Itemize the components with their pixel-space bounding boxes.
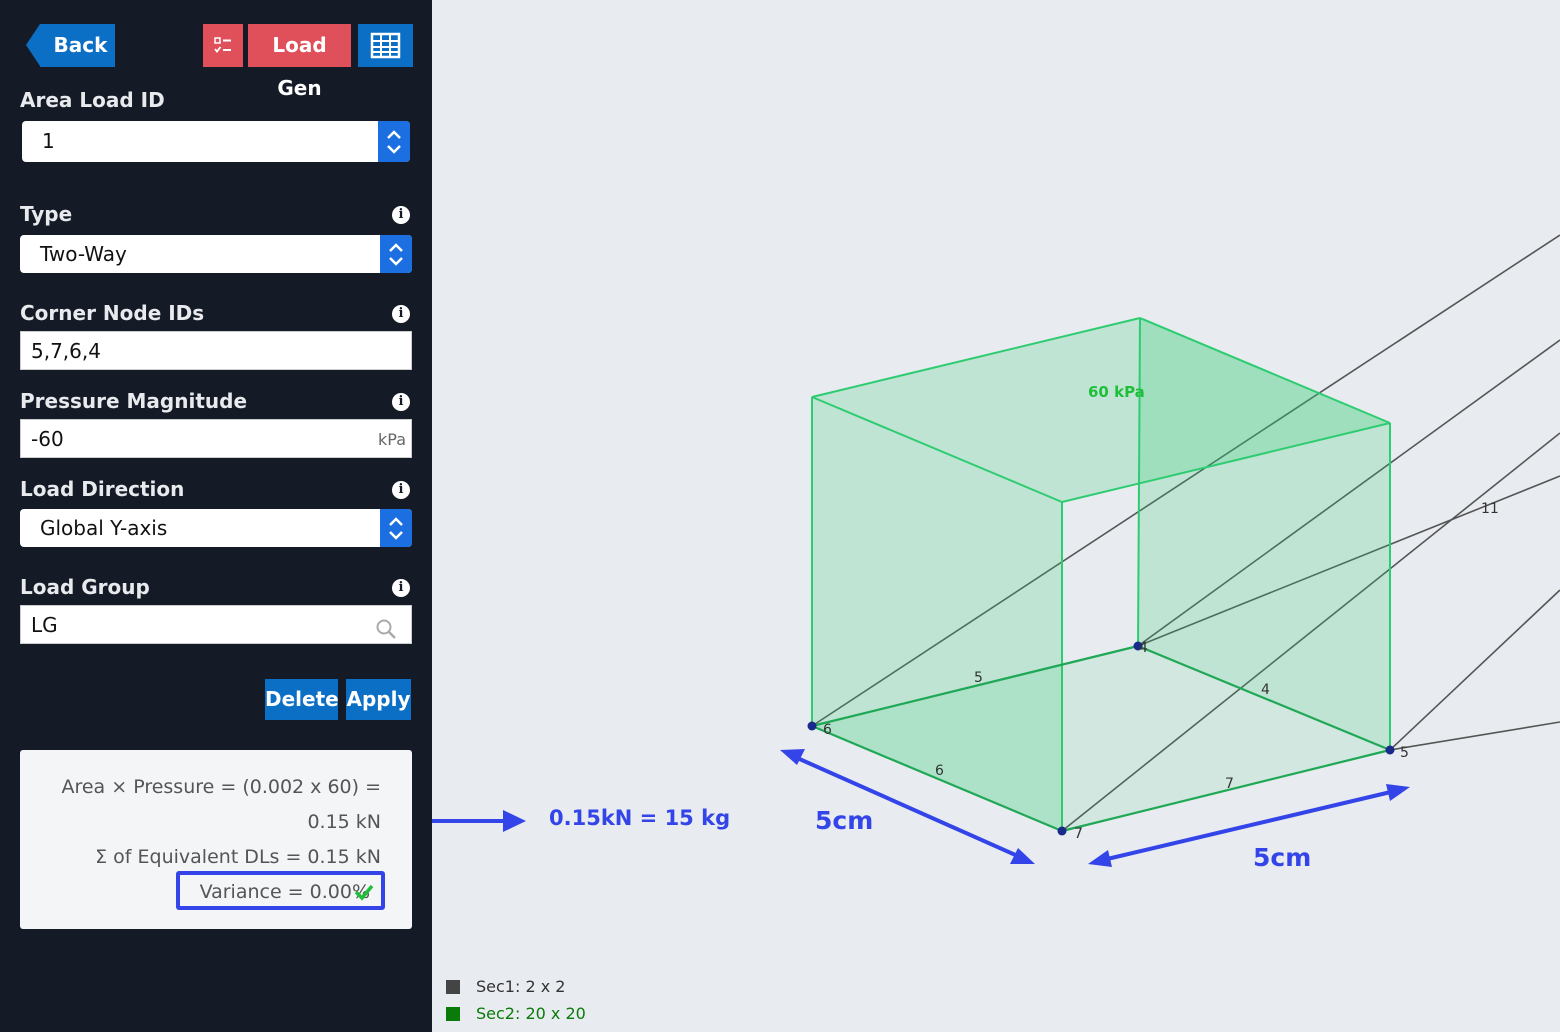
direction-select[interactable]: Global Y-axis xyxy=(20,509,412,547)
pressure-input[interactable]: -60 kPa xyxy=(20,419,412,458)
info-icon[interactable]: i xyxy=(392,481,410,499)
node-label-5: 5 xyxy=(1400,745,1409,761)
checklist-button[interactable] xyxy=(203,24,243,67)
area-load-id-label: Area Load ID xyxy=(20,88,165,112)
summary-variance: Variance = 0.00% xyxy=(199,881,370,903)
summary-total: 0.15 kN xyxy=(307,811,381,833)
node-label-7: 7 xyxy=(1074,826,1083,842)
info-icon[interactable]: i xyxy=(392,393,410,411)
corner-nodes-label: Corner Node IDs xyxy=(20,301,205,325)
member-label-6: 6 xyxy=(935,763,944,779)
type-select[interactable]: Two-Way xyxy=(20,235,412,273)
select-arrows-icon xyxy=(380,235,412,273)
info-icon[interactable]: i xyxy=(392,206,410,224)
checklist-icon xyxy=(214,37,231,53)
info-icon[interactable]: i xyxy=(392,579,410,597)
node-label-6: 6 xyxy=(823,722,832,738)
info-icon[interactable]: i xyxy=(392,305,410,323)
load-gen-button[interactable]: Load Gen xyxy=(248,24,351,100)
member-label-11: 11 xyxy=(1481,501,1499,517)
member-label-7: 7 xyxy=(1225,776,1234,792)
area-load-id-select[interactable]: 1 xyxy=(22,121,410,162)
dimension-left: 5cm xyxy=(815,806,874,835)
legend-label: Sec1: 2 x 2 xyxy=(476,977,566,996)
node-label-4: 4 xyxy=(1139,640,1148,656)
group-value: LG xyxy=(31,613,58,637)
direction-label: Load Direction xyxy=(20,477,185,501)
pressure-label-3d: 60 kPa xyxy=(1088,383,1145,401)
check-icon xyxy=(354,884,374,901)
member-label-5: 5 xyxy=(974,670,983,686)
group-label: Load Group xyxy=(20,575,150,599)
load-summary-panel: Area × Pressure = (0.002 x 60) = 0.15 kN… xyxy=(20,750,412,929)
group-search-input[interactable]: LG xyxy=(20,605,412,644)
properties-panel: Back Load Gen Area Load ID 1 Type i Two-… xyxy=(0,0,432,1032)
type-value: Two-Way xyxy=(40,242,127,266)
apply-button[interactable]: Apply xyxy=(346,679,411,720)
corner-nodes-input[interactable]: 5,7,6,4 xyxy=(20,331,412,370)
pressure-value: -60 xyxy=(31,427,64,451)
table-icon xyxy=(370,32,401,59)
dimension-right: 5cm xyxy=(1253,843,1312,872)
area-load-id-value: 1 xyxy=(42,129,55,153)
delete-button[interactable]: Delete xyxy=(265,679,339,720)
weight-annotation: 0.15kN = 15 kg xyxy=(549,806,731,830)
summary-equivalent-dls: Σ of Equivalent DLs = 0.15 kN xyxy=(95,846,381,868)
type-label: Type xyxy=(20,202,73,226)
select-arrows-icon xyxy=(380,509,412,547)
direction-value: Global Y-axis xyxy=(40,516,168,540)
legend-label: Sec2: 20 x 20 xyxy=(476,1004,586,1023)
back-button[interactable]: Back xyxy=(26,24,115,67)
search-icon xyxy=(376,619,396,639)
corner-nodes-value: 5,7,6,4 xyxy=(31,339,101,363)
select-arrows-icon xyxy=(378,121,410,162)
table-view-button[interactable] xyxy=(358,24,413,67)
3d-model-viewport[interactable]: 60 kPa 4 5 6 7 4 5 6 7 11 0.15kN = 15 kg… xyxy=(432,0,1560,1032)
member-label-4: 4 xyxy=(1261,682,1270,698)
legend-swatch xyxy=(446,980,460,994)
pressure-unit: kPa xyxy=(378,430,406,449)
summary-area-pressure: Area × Pressure = (0.002 x 60) = xyxy=(61,776,381,798)
legend-swatch xyxy=(446,1007,460,1021)
pressure-label: Pressure Magnitude xyxy=(20,389,248,413)
